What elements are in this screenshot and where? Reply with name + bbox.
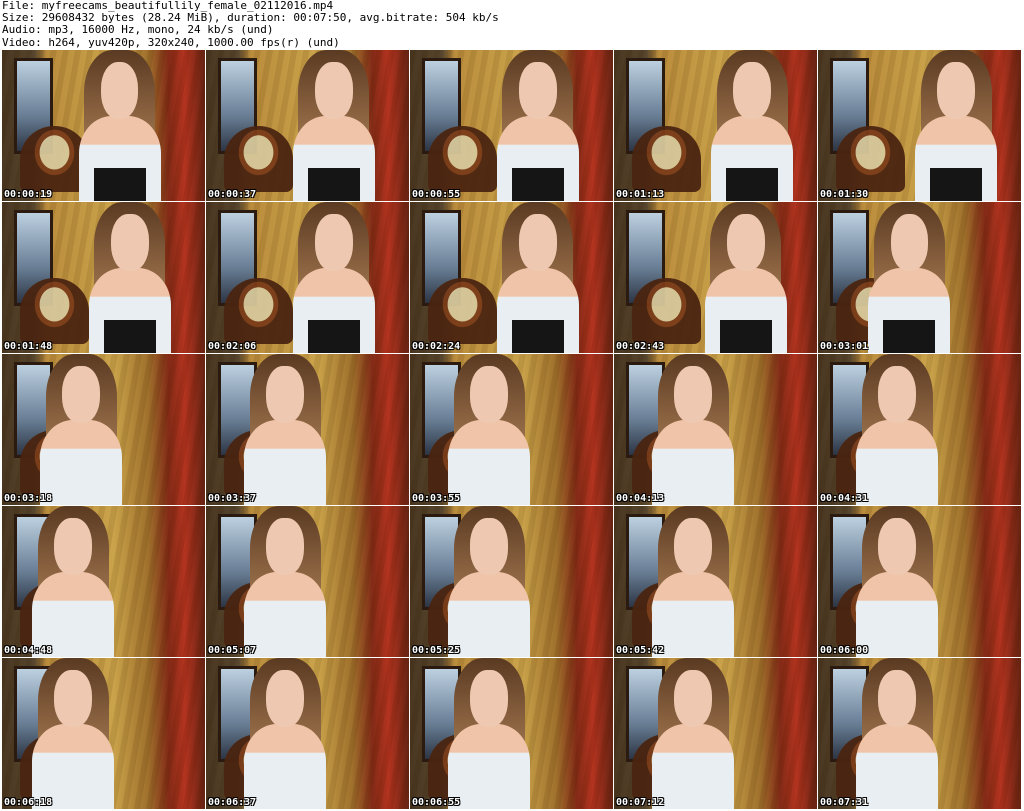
timestamp-label: 00:04:48 (4, 645, 53, 656)
video-thumbnail: 00:01:48 (2, 202, 205, 353)
timestamp-label: 00:06:37 (208, 797, 257, 808)
video-thumbnail: 00:03:37 (206, 354, 409, 505)
video-thumbnail: 00:04:48 (2, 506, 205, 657)
timestamp-label: 00:00:55 (412, 189, 461, 200)
video-thumbnail: 00:05:07 (206, 506, 409, 657)
video-thumbnail: 00:03:18 (2, 354, 205, 505)
timestamp-label: 00:01:48 (4, 341, 53, 352)
video-thumbnail: 00:02:24 (410, 202, 613, 353)
timestamp-label: 00:00:19 (4, 189, 53, 200)
video-thumbnail: 00:06:55 (410, 658, 613, 809)
timestamp-label: 00:04:31 (820, 493, 869, 504)
video-thumbnail: 00:06:37 (206, 658, 409, 809)
timestamp-label: 00:03:18 (4, 493, 53, 504)
timestamp-label: 00:06:00 (820, 645, 869, 656)
video-thumbnail: 00:06:18 (2, 658, 205, 809)
video-thumbnail: 00:04:31 (818, 354, 1021, 505)
video-thumbnail: 00:01:13 (614, 50, 817, 201)
timestamp-label: 00:02:24 (412, 341, 461, 352)
timestamp-label: 00:03:01 (820, 341, 869, 352)
timestamp-label: 00:06:18 (4, 797, 53, 808)
file-info-header: File: myfreecams_beautifullily_female_02… (2, 0, 1022, 50)
timestamp-label: 00:07:12 (616, 797, 665, 808)
timestamp-label: 00:02:06 (208, 341, 257, 352)
timestamp-label: 00:00:37 (208, 189, 257, 200)
timestamp-label: 00:05:42 (616, 645, 665, 656)
timestamp-label: 00:03:55 (412, 493, 461, 504)
video-thumbnail: 00:02:43 (614, 202, 817, 353)
video-thumbnail: 00:00:55 (410, 50, 613, 201)
video-thumbnail: 00:07:31 (818, 658, 1021, 809)
video-info-line: Video: h264, yuv420p, 320x240, 1000.00 f… (2, 35, 340, 49)
video-thumbnail: 00:04:13 (614, 354, 817, 505)
timestamp-label: 00:05:25 (412, 645, 461, 656)
video-thumbnail: 00:03:55 (410, 354, 613, 505)
timestamp-label: 00:03:37 (208, 493, 257, 504)
timestamp-label: 00:05:07 (208, 645, 257, 656)
timestamp-label: 00:01:30 (820, 189, 869, 200)
video-thumbnail: 00:05:25 (410, 506, 613, 657)
timestamp-label: 00:02:43 (616, 341, 665, 352)
timestamp-label: 00:07:31 (820, 797, 869, 808)
video-thumbnail: 00:00:19 (2, 50, 205, 201)
video-thumbnail: 00:05:42 (614, 506, 817, 657)
video-thumbnail: 00:02:06 (206, 202, 409, 353)
video-thumbnail: 00:03:01 (818, 202, 1021, 353)
timestamp-label: 00:04:13 (616, 493, 665, 504)
timestamp-label: 00:01:13 (616, 189, 665, 200)
video-thumbnail: 00:00:37 (206, 50, 409, 201)
audio-info-line: Audio: mp3, 16000 Hz, mono, 24 kb/s (und… (2, 23, 274, 37)
timestamp-label: 00:06:55 (412, 797, 461, 808)
video-thumbnail: 00:01:30 (818, 50, 1021, 201)
thumbnail-grid: 00:00:19 00:00:37 00:00:55 00:01:13 00:01:30… (2, 50, 1022, 810)
video-thumbnail: 00:07:12 (614, 658, 817, 809)
video-thumbnail: 00:06:00 (818, 506, 1021, 657)
